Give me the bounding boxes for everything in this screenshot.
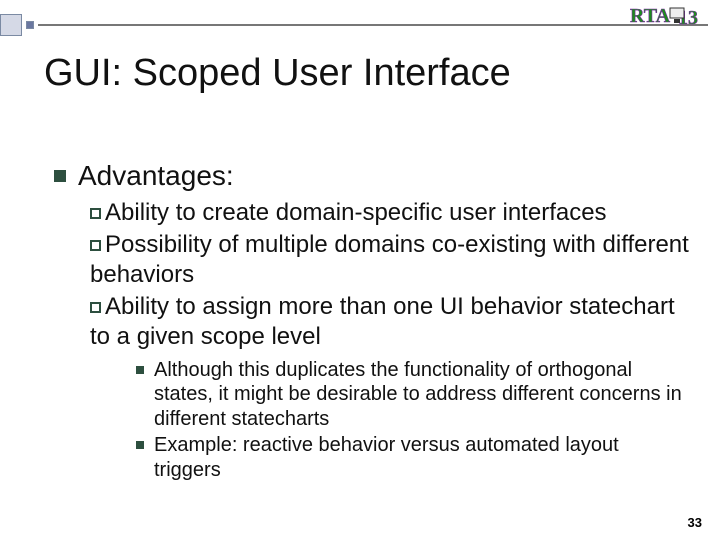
bullet-hollow-square-icon bbox=[90, 302, 101, 313]
level3-item: Although this duplicates the functionali… bbox=[136, 358, 690, 431]
bullet-square-icon bbox=[54, 170, 66, 182]
bullet-hollow-square-icon bbox=[90, 240, 101, 251]
deco-square-small bbox=[26, 21, 34, 29]
bullet-hollow-square-icon bbox=[90, 208, 101, 219]
bullet-level2-list: Ability to create domain-specific user i… bbox=[90, 198, 690, 482]
level2-text: Ability to assign more than one UI behav… bbox=[90, 293, 675, 350]
level2-text: Possibility of multiple domains co-exist… bbox=[90, 231, 689, 288]
page-number: 33 bbox=[688, 515, 702, 530]
bullet-small-square-icon bbox=[136, 441, 144, 449]
level3-text: Example: reactive behavior versus automa… bbox=[154, 433, 690, 482]
level2-item: Ability to create domain-specific user i… bbox=[90, 198, 690, 228]
event-logo: RTA 13 bbox=[630, 2, 714, 32]
level2-text: Ability to create domain-specific user i… bbox=[105, 199, 607, 226]
deco-square-large bbox=[0, 14, 22, 36]
slide-title: GUI: Scoped User Interface bbox=[44, 52, 511, 95]
bullet-small-square-icon bbox=[136, 366, 144, 374]
header-decoration bbox=[0, 14, 708, 36]
svg-text:RTA: RTA bbox=[630, 5, 671, 27]
slide-body: Advantages: Ability to create domain-spe… bbox=[54, 160, 690, 492]
level3-text: Although this duplicates the functionali… bbox=[154, 358, 690, 431]
level3-item: Example: reactive behavior versus automa… bbox=[136, 433, 690, 482]
deco-line bbox=[38, 24, 708, 26]
level1-text: Advantages: bbox=[78, 160, 234, 192]
bullet-level3-list: Although this duplicates the functionali… bbox=[136, 358, 690, 482]
level2-item: Possibility of multiple domains co-exist… bbox=[90, 230, 690, 290]
level2-item: Ability to assign more than one UI behav… bbox=[90, 292, 690, 352]
bullet-level1: Advantages: Ability to create domain-spe… bbox=[54, 160, 690, 482]
